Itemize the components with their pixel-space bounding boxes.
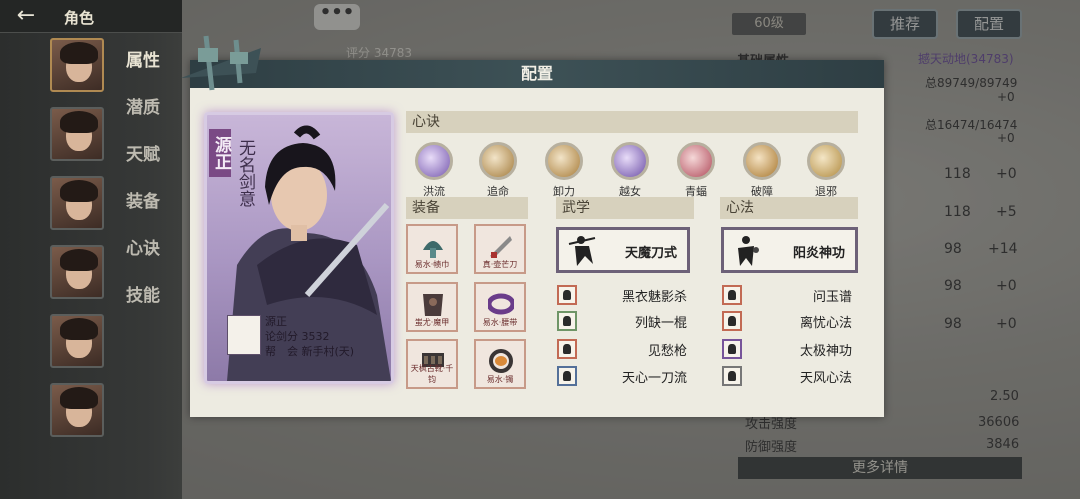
topbar: ← 角色 [0, 0, 182, 33]
character-list [50, 38, 106, 452]
blade-icon [490, 236, 512, 258]
equip-slot-boots[interactable]: 天枫古靴·千钧 [406, 339, 458, 389]
xinjue-item[interactable]: 青蝠 [670, 142, 722, 199]
equip-label: 易水·帻巾 [414, 260, 450, 269]
xinjue-icon [545, 142, 583, 180]
character-card[interactable]: 源正 无名剑意 源正 论剑分 3532 帮 会 新手村(天) [204, 112, 394, 384]
equip-label: 蚩尤·魔甲 [414, 318, 450, 327]
menu-item-attributes[interactable]: 属性 [126, 46, 160, 93]
skill-icon [557, 285, 577, 305]
skill-icon [722, 366, 742, 386]
wuxue-header: 武学 [556, 197, 694, 219]
card-title: 无名剑意 [235, 139, 255, 207]
player-score: 论剑分 3532 [265, 330, 330, 343]
bracelet-icon [489, 349, 513, 373]
xinjue-icon [743, 142, 781, 180]
xinjue-item[interactable]: 退邪 [800, 142, 852, 199]
equip-label: 易水·腰带 [482, 318, 518, 327]
skill-name: 黑衣魅影杀 [621, 290, 687, 305]
sidebar: ← 角色 属性 潜质 天赋 装备 心诀 技能 [0, 0, 182, 499]
menu-item-skills[interactable]: 技能 [126, 281, 160, 328]
armor-icon [423, 294, 443, 316]
skill-name: 太极神功 [799, 344, 852, 359]
xinjue-icon [677, 142, 715, 180]
xinfa-skill-row[interactable]: 问玉谱 [722, 285, 852, 305]
belt-icon [488, 293, 514, 315]
xinjue-icon [415, 142, 453, 180]
wuxue-skill-row[interactable]: 列缺一棍 [557, 311, 687, 331]
character-avatar[interactable] [50, 383, 104, 437]
equip-slot-weapon[interactable]: 真·壶芒刀 [474, 224, 526, 274]
skill-icon [557, 366, 577, 386]
character-avatar[interactable] [50, 38, 104, 92]
skill-name: 见愁枪 [647, 344, 687, 359]
xinfa-header: 心法 [720, 197, 858, 219]
menu-item-potential[interactable]: 潜质 [126, 93, 160, 140]
side-menu: 属性 潜质 天赋 装备 心诀 技能 [126, 46, 160, 328]
xinfa-main-name: 阳炎神功 [792, 246, 845, 261]
character-avatar[interactable] [50, 176, 104, 230]
equip-label: 真·壶芒刀 [482, 260, 518, 269]
xinjue-icon [479, 142, 517, 180]
card-name: 源正 [209, 129, 231, 177]
menu-item-equipment[interactable]: 装备 [126, 187, 160, 234]
skill-icon [557, 339, 577, 359]
equip-slot-belt[interactable]: 易水·腰带 [474, 282, 526, 332]
swordsman-icon [568, 236, 596, 266]
xinfa-skill-row[interactable]: 太极神功 [722, 339, 852, 359]
wuxue-main-name: 天魔刀式 [624, 246, 677, 261]
xinjue-item[interactable]: 越女 [604, 142, 656, 199]
equip-label: 天枫古靴·千钧 [410, 364, 454, 384]
equip-slot-bracelet[interactable]: 易水·镯 [474, 339, 526, 389]
skill-name: 问玉谱 [812, 290, 852, 305]
xinjue-item[interactable]: 卸力 [538, 142, 590, 199]
spear-ornament-icon [181, 35, 261, 91]
xinjue-item[interactable]: 破障 [736, 142, 788, 199]
martial-artist-icon [738, 236, 759, 266]
modal-title: 配置 [190, 60, 884, 88]
character-avatar[interactable] [50, 107, 104, 161]
equip-header: 装备 [406, 197, 528, 219]
skill-name: 天心一刀流 [621, 371, 687, 386]
page-title: 角色 [64, 9, 95, 27]
player-avatar [227, 315, 261, 355]
player-guild: 帮 会 新手村(天) [265, 345, 355, 358]
xinjue-icon [611, 142, 649, 180]
character-avatar[interactable] [50, 314, 104, 368]
skill-icon [722, 339, 742, 359]
character-avatar[interactable] [50, 245, 104, 299]
wuxue-skill-row[interactable]: 见愁枪 [557, 339, 687, 359]
skill-icon [722, 285, 742, 305]
headband-icon [423, 241, 443, 258]
xinfa-skill-row[interactable]: 离忧心法 [722, 311, 852, 331]
xinjue-item[interactable]: 追命 [472, 142, 524, 199]
xinfa-skill-row[interactable]: 天风心法 [722, 366, 852, 386]
xinfa-main-skill[interactable]: 阳炎神功 [721, 227, 858, 273]
config-modal: 配置 源正 无名剑意 源正 论剑分 3532 帮 会 新手村(天) 心诀 洪流 … [181, 35, 884, 417]
skill-icon [557, 311, 577, 331]
skill-name: 离忧心法 [799, 316, 852, 331]
skill-name: 天风心法 [799, 371, 852, 386]
skill-name: 列缺一棍 [634, 316, 687, 331]
back-arrow-icon[interactable]: ← [8, 4, 44, 28]
wuxue-skill-row[interactable]: 天心一刀流 [557, 366, 687, 386]
equip-slot-head[interactable]: 易水·帻巾 [406, 224, 458, 274]
skill-icon [722, 311, 742, 331]
equip-label: 易水·镯 [486, 375, 514, 384]
xinjue-row: 洪流 追命 卸力 越女 青蝠 破障 退邪 [408, 142, 845, 202]
menu-item-talent[interactable]: 天赋 [126, 140, 160, 187]
wuxue-main-skill[interactable]: 天魔刀式 [556, 227, 690, 273]
equip-slot-armor[interactable]: 蚩尤·魔甲 [406, 282, 458, 332]
menu-item-xinjue[interactable]: 心诀 [126, 234, 160, 281]
player-name: 源正 [265, 315, 287, 328]
wuxue-skill-row[interactable]: 黑衣魅影杀 [557, 285, 687, 305]
xinjue-icon [807, 142, 845, 180]
xinjue-header: 心诀 [406, 111, 858, 133]
xinjue-item[interactable]: 洪流 [408, 142, 460, 199]
player-info: 源正 论剑分 3532 帮 会 新手村(天) [265, 314, 354, 359]
